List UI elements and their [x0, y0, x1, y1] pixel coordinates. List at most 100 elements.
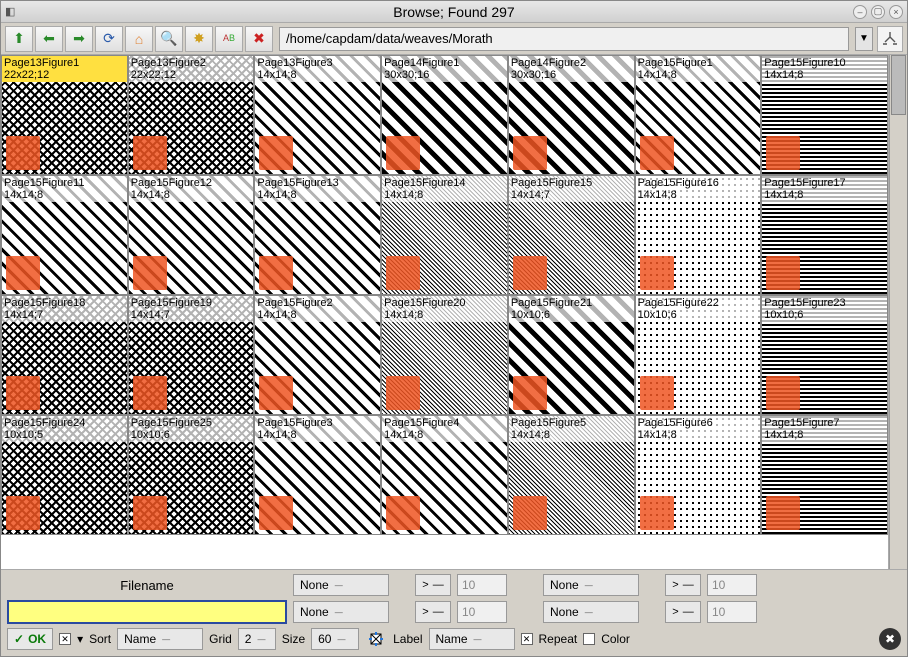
filter-row-2: None— >— None— >— [7, 600, 901, 624]
path-dropdown-icon[interactable]: ▼ [855, 27, 873, 51]
label-by-select[interactable]: Name— [429, 628, 515, 650]
thumbnail[interactable]: Page15Figure2210x10;6 [635, 295, 762, 415]
thumbnail[interactable]: Page15Figure314x14;8 [254, 415, 381, 535]
filename-input[interactable] [7, 600, 287, 624]
maximize-button[interactable]: ▢ [871, 5, 885, 19]
thumbnail-label: Page15Figure1414x14;8 [382, 176, 507, 202]
thumbnail[interactable]: Page15Figure2310x10;6 [761, 295, 888, 415]
accent-swatch [766, 496, 800, 530]
filter4-op[interactable]: >— [665, 601, 701, 623]
repeat-label: Repeat [539, 632, 578, 646]
thumbnail-label: Page13Figure122x22;12 [2, 56, 127, 82]
scrollbar-thumb[interactable] [891, 55, 906, 115]
path-input[interactable] [279, 27, 849, 51]
thumbnail[interactable]: Page13Figure314x14;8 [254, 55, 381, 175]
thumbnail-label: Page15Figure614x14;8 [636, 416, 761, 442]
refresh-icon[interactable]: ⟳ [95, 26, 123, 52]
accent-swatch [513, 136, 547, 170]
thumbnail[interactable]: Page15Figure1714x14;8 [761, 175, 888, 295]
app-icon: ◧ [5, 5, 15, 18]
thumbnail[interactable]: Page15Figure2410x10;5 [1, 415, 128, 535]
thumbnail[interactable]: Page14Figure230x30;16 [508, 55, 635, 175]
filter3-select[interactable]: None— [293, 601, 389, 623]
edit-icon[interactable]: ✸ [185, 26, 213, 52]
thumbnail[interactable]: Page14Figure130x30;16 [381, 55, 508, 175]
thumbnail-label: Page15Figure1114x14;8 [2, 176, 127, 202]
accent-swatch [259, 256, 293, 290]
thumbnail[interactable]: Page15Figure414x14;8 [381, 415, 508, 535]
thumbnail[interactable]: Page15Figure2014x14;8 [381, 295, 508, 415]
thumbnail[interactable]: Page15Figure1514x14;7 [508, 175, 635, 295]
thumbnail[interactable]: Page15Figure2110x10;6 [508, 295, 635, 415]
filter1-op[interactable]: >— [415, 574, 451, 596]
titlebar: ◧ Browse; Found 297 – ▢ × [1, 1, 907, 23]
filter1-select[interactable]: None— [293, 574, 389, 596]
accent-swatch [640, 376, 674, 410]
filter2-select[interactable]: None— [543, 574, 639, 596]
home-icon[interactable]: ⌂ [125, 26, 153, 52]
color-checkbox[interactable] [583, 633, 595, 645]
thumbnail-label: Page15Figure2014x14;8 [382, 296, 507, 322]
thumbnail[interactable]: Page15Figure1814x14;7 [1, 295, 128, 415]
minimize-button[interactable]: – [853, 5, 867, 19]
toolbar: ⬆ ⬅ ➡ ⟳ ⌂ 🔍 ✸ AB ✖ ▼ [1, 23, 907, 55]
accent-swatch [640, 256, 674, 290]
filter3-value[interactable] [457, 601, 507, 623]
pattern-icon[interactable] [365, 628, 387, 650]
thumbnail-label: Page15Figure1214x14;8 [129, 176, 254, 202]
grid-select[interactable]: 2— [238, 628, 276, 650]
thumbnail[interactable]: Page15Figure2510x10;6 [128, 415, 255, 535]
thumbnail[interactable]: Page15Figure1914x14;7 [128, 295, 255, 415]
accent-swatch [640, 136, 674, 170]
filter3-op[interactable]: >— [415, 601, 451, 623]
thumbnail-label: Page14Figure130x30;16 [382, 56, 507, 82]
tree-icon[interactable] [877, 26, 903, 52]
thumbnail-grid: Page13Figure122x22;12Page13Figure222x22;… [1, 55, 889, 569]
forward-icon[interactable]: ➡ [65, 26, 93, 52]
thumbnail[interactable]: Page13Figure222x22;12 [128, 55, 255, 175]
up-icon[interactable]: ⬆ [5, 26, 33, 52]
ok-button[interactable]: ✓ OK [7, 628, 53, 650]
filter4-select[interactable]: None— [543, 601, 639, 623]
accent-swatch [6, 376, 40, 410]
search-icon[interactable]: 🔍 [155, 26, 183, 52]
thumbnail-label: Page15Figure714x14;8 [762, 416, 887, 442]
thumbnail[interactable]: Page15Figure714x14;8 [761, 415, 888, 535]
size-label: Size [282, 632, 305, 646]
sort-by-select[interactable]: Name— [117, 628, 203, 650]
thumbnail[interactable]: Page15Figure114x14;8 [635, 55, 762, 175]
thumbnail[interactable]: Page15Figure614x14;8 [635, 415, 762, 535]
sort-checkbox[interactable]: ✕ [59, 633, 71, 645]
close-button[interactable]: × [889, 5, 903, 19]
panel-close-button[interactable]: ✖ [879, 628, 901, 650]
filter2-op[interactable]: >— [665, 574, 701, 596]
thumbnail-label: Page15Figure2210x10;6 [636, 296, 761, 322]
scrollbar[interactable] [889, 55, 907, 569]
thumbnail[interactable]: Page15Figure1014x14;8 [761, 55, 888, 175]
back-icon[interactable]: ⬅ [35, 26, 63, 52]
delete-icon[interactable]: ✖ [245, 26, 273, 52]
accent-swatch [133, 136, 167, 170]
thumbnail[interactable]: Page15Figure1214x14;8 [128, 175, 255, 295]
accent-swatch [133, 376, 167, 410]
repeat-checkbox[interactable]: ✕ [521, 633, 533, 645]
thumbnail[interactable]: Page15Figure1614x14;8 [635, 175, 762, 295]
thumbnail[interactable]: Page15Figure1414x14;8 [381, 175, 508, 295]
thumbnail[interactable]: Page15Figure514x14;8 [508, 415, 635, 535]
bottom-panel: Filename None— >— None— >— None— >— None… [1, 569, 907, 656]
filter1-value[interactable] [457, 574, 507, 596]
accent-swatch [640, 496, 674, 530]
size-select[interactable]: 60— [311, 628, 359, 650]
thumbnail-label: Page15Figure1514x14;7 [509, 176, 634, 202]
thumbnail-label: Page15Figure314x14;8 [255, 416, 380, 442]
filter2-value[interactable] [707, 574, 757, 596]
ab-icon[interactable]: AB [215, 26, 243, 52]
thumbnail[interactable]: Page15Figure1314x14;8 [254, 175, 381, 295]
accent-swatch [259, 136, 293, 170]
thumbnail[interactable]: Page15Figure214x14;8 [254, 295, 381, 415]
thumbnail[interactable]: Page15Figure1114x14;8 [1, 175, 128, 295]
thumbnail-label: Page15Figure2410x10;5 [2, 416, 127, 442]
thumbnail[interactable]: Page13Figure122x22;12 [1, 55, 128, 175]
thumbnail-label: Page15Figure1814x14;7 [2, 296, 127, 322]
filter4-value[interactable] [707, 601, 757, 623]
